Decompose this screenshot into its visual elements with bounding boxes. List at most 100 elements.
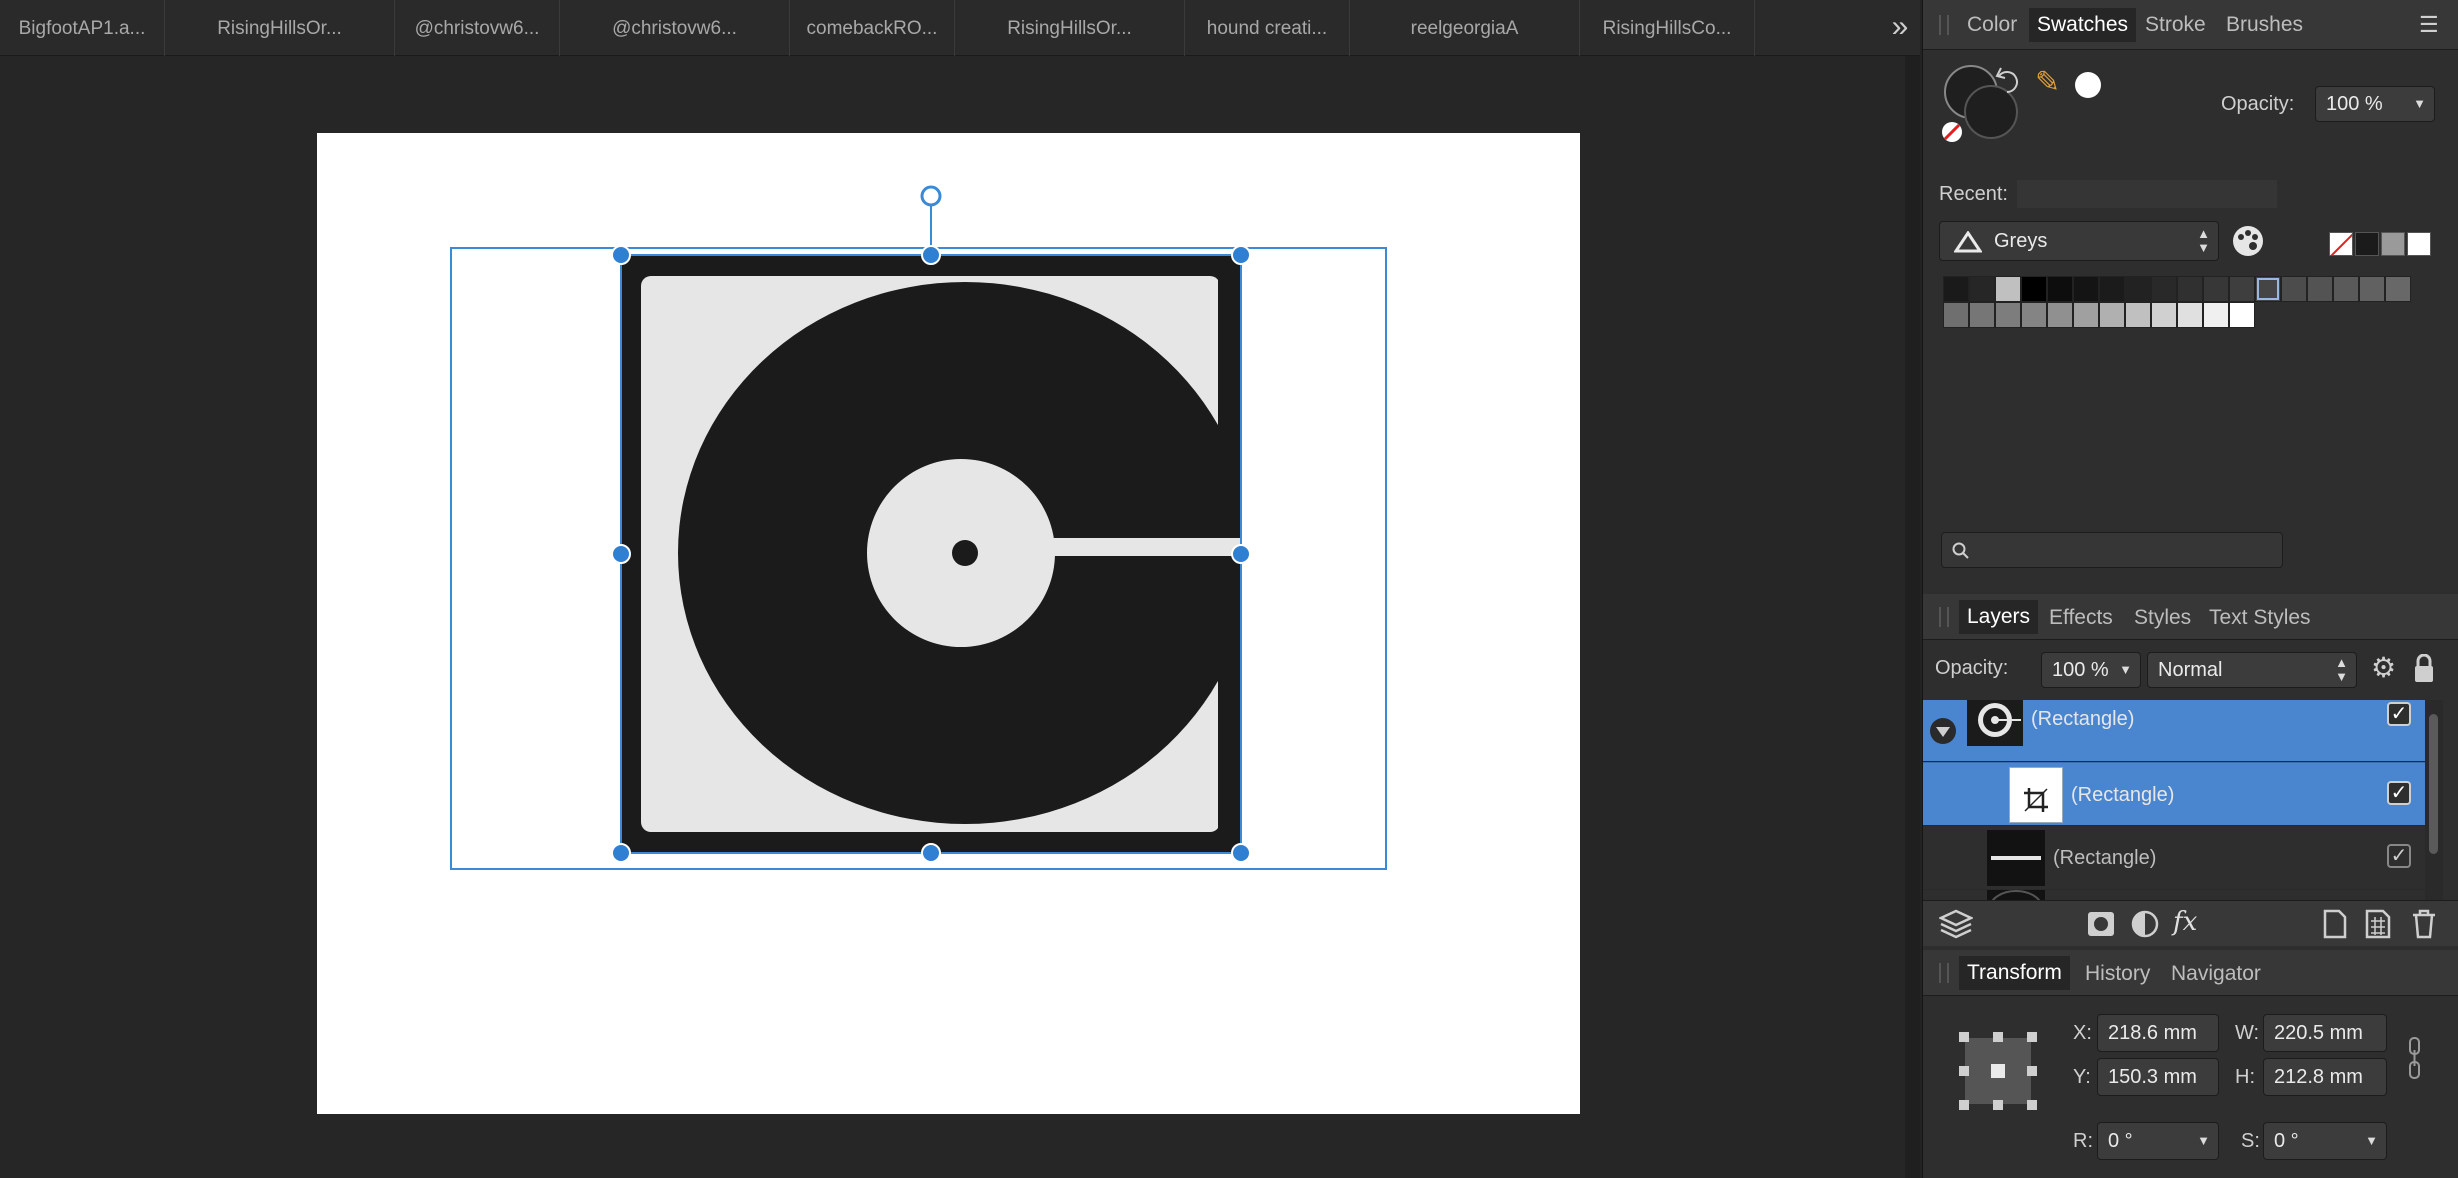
tab-brushes[interactable]: Brushes (2226, 12, 2303, 38)
swatch[interactable] (2151, 276, 2177, 302)
swatch[interactable] (2099, 302, 2125, 328)
swatch[interactable] (2047, 302, 2073, 328)
tab-transform[interactable]: Transform (1959, 956, 2070, 990)
height-field[interactable]: 212.8 mm (2263, 1058, 2387, 1096)
trash-icon[interactable] (2411, 909, 2437, 939)
layers-toolbar: fx (1923, 900, 2458, 946)
resize-handle-top-right[interactable] (1231, 245, 1251, 265)
gear-icon[interactable]: ⚙ (2371, 652, 2396, 684)
tab-history[interactable]: History (2085, 961, 2150, 987)
resize-handle-left[interactable] (611, 544, 631, 564)
layer-row[interactable]: (Rectangle) ✓ (1923, 826, 2425, 890)
resize-handle-bottom-right[interactable] (1231, 843, 1251, 863)
adjustment-icon[interactable] (2131, 910, 2159, 938)
palette-name: Greys (1994, 230, 2048, 252)
record-logo-artwork[interactable] (621, 255, 1252, 853)
swatch-search-field[interactable] (1941, 532, 2283, 568)
rotation-field[interactable]: 0 ° ▼ (2097, 1122, 2219, 1160)
panel-grip-icon[interactable] (1939, 963, 1949, 983)
layer-row[interactable]: (Rectangle) ✓ (1923, 700, 2425, 762)
swatch[interactable] (1943, 276, 1969, 302)
swatch-opacity-field[interactable]: 100 % ▼ (2315, 86, 2435, 122)
swatch[interactable] (2281, 276, 2307, 302)
shear-field[interactable]: 0 ° ▼ (2263, 1122, 2387, 1160)
swatch[interactable] (2099, 276, 2125, 302)
tab-swatches[interactable]: Swatches (2029, 8, 2137, 42)
tab-color[interactable]: Color (1967, 12, 2017, 38)
layer-visibility-checkbox[interactable]: ✓ (2387, 702, 2411, 726)
layer-name[interactable]: (Rectangle) (2053, 847, 2156, 870)
swatch[interactable] (2125, 302, 2151, 328)
swatch[interactable] (1995, 276, 2021, 302)
expand-triangle-icon[interactable] (1929, 717, 1957, 745)
swatch[interactable] (1969, 276, 1995, 302)
swatch[interactable] (2177, 276, 2203, 302)
tab-effects[interactable]: Effects (2049, 605, 2113, 631)
resize-handle-bottom[interactable] (921, 843, 941, 863)
mask-icon[interactable] (2087, 911, 2115, 937)
resize-handle-top-left[interactable] (611, 245, 631, 265)
resize-handle-right[interactable] (1231, 544, 1251, 564)
tab-stroke[interactable]: Stroke (2145, 12, 2206, 38)
x-position-field[interactable]: 218.6 mm (2097, 1014, 2219, 1052)
layer-opacity-field[interactable]: 100 % ▼ (2041, 652, 2141, 688)
swatch[interactable] (2177, 302, 2203, 328)
layers-stack-icon[interactable] (1939, 909, 1973, 939)
y-position-field[interactable]: 150.3 mm (2097, 1058, 2219, 1096)
recent-swatch-none[interactable] (2329, 232, 2353, 256)
fill-stroke-well[interactable] (1941, 62, 2021, 146)
layer-row[interactable]: (Rectangle) ✓ (1923, 762, 2425, 826)
new-pixel-layer-icon[interactable] (2365, 909, 2393, 939)
rotation-handle[interactable] (920, 185, 942, 207)
layer-name[interactable]: (Rectangle) (2071, 784, 2174, 807)
anchor-point-selector[interactable] (1957, 1030, 2041, 1114)
layers-scrollbar[interactable] (2425, 700, 2443, 900)
new-layer-icon[interactable] (2323, 909, 2347, 939)
swatch[interactable] (1969, 302, 1995, 328)
blend-mode-select[interactable]: Normal ▲ ▼ (2147, 652, 2357, 688)
fx-icon[interactable]: fx (2173, 907, 2197, 937)
swatch[interactable] (2333, 276, 2359, 302)
tab-styles[interactable]: Styles (2134, 605, 2191, 631)
swatch[interactable] (2151, 302, 2177, 328)
panel-grip-icon[interactable] (1939, 15, 1949, 35)
panel-grip-icon[interactable] (1939, 607, 1949, 627)
swatch[interactable] (2047, 276, 2073, 302)
swatch[interactable] (2229, 302, 2255, 328)
swatch[interactable] (2073, 276, 2099, 302)
swatch[interactable] (2229, 276, 2255, 302)
link-proportions-icon[interactable] (2407, 1036, 2423, 1080)
tab-layers[interactable]: Layers (1959, 600, 2039, 634)
recent-swatch[interactable] (2355, 232, 2379, 256)
swatch[interactable] (2307, 276, 2333, 302)
eyedropper-icon[interactable]: ✎ (2035, 68, 2060, 98)
recent-swatch[interactable] (2407, 232, 2431, 256)
vertical-scrollbar[interactable] (1905, 56, 1920, 1178)
recent-swatch[interactable] (2381, 232, 2405, 256)
palette-selector[interactable]: Greys ▲ ▼ (1939, 221, 2219, 261)
width-field[interactable]: 220.5 mm (2263, 1014, 2387, 1052)
swatch[interactable] (1995, 302, 2021, 328)
picked-color-swatch[interactable] (2075, 72, 2101, 98)
swatch[interactable] (2203, 302, 2229, 328)
palette-options-icon[interactable] (2231, 224, 2265, 258)
swatch[interactable] (2255, 276, 2281, 302)
swatch[interactable] (2021, 302, 2047, 328)
swatch[interactable] (2021, 276, 2047, 302)
swatch[interactable] (2203, 276, 2229, 302)
layer-visibility-checkbox[interactable]: ✓ (2387, 781, 2411, 805)
panel-menu-icon[interactable]: ☰ (2419, 14, 2445, 36)
tab-text-styles[interactable]: Text Styles (2209, 605, 2311, 631)
layer-name[interactable]: (Rectangle) (2031, 708, 2134, 731)
swatch[interactable] (2385, 276, 2411, 302)
swatch[interactable] (2359, 276, 2385, 302)
resize-handle-top[interactable] (921, 245, 941, 265)
lock-icon[interactable] (2413, 654, 2435, 684)
resize-handle-bottom-left[interactable] (611, 843, 631, 863)
swatch[interactable] (1943, 302, 1969, 328)
swatch[interactable] (2073, 302, 2099, 328)
swatch[interactable] (2125, 276, 2151, 302)
layer-visibility-checkbox[interactable]: ✓ (2387, 844, 2411, 868)
tab-navigator[interactable]: Navigator (2171, 961, 2261, 987)
chevron-down-icon: ▼ (2365, 1133, 2378, 1148)
